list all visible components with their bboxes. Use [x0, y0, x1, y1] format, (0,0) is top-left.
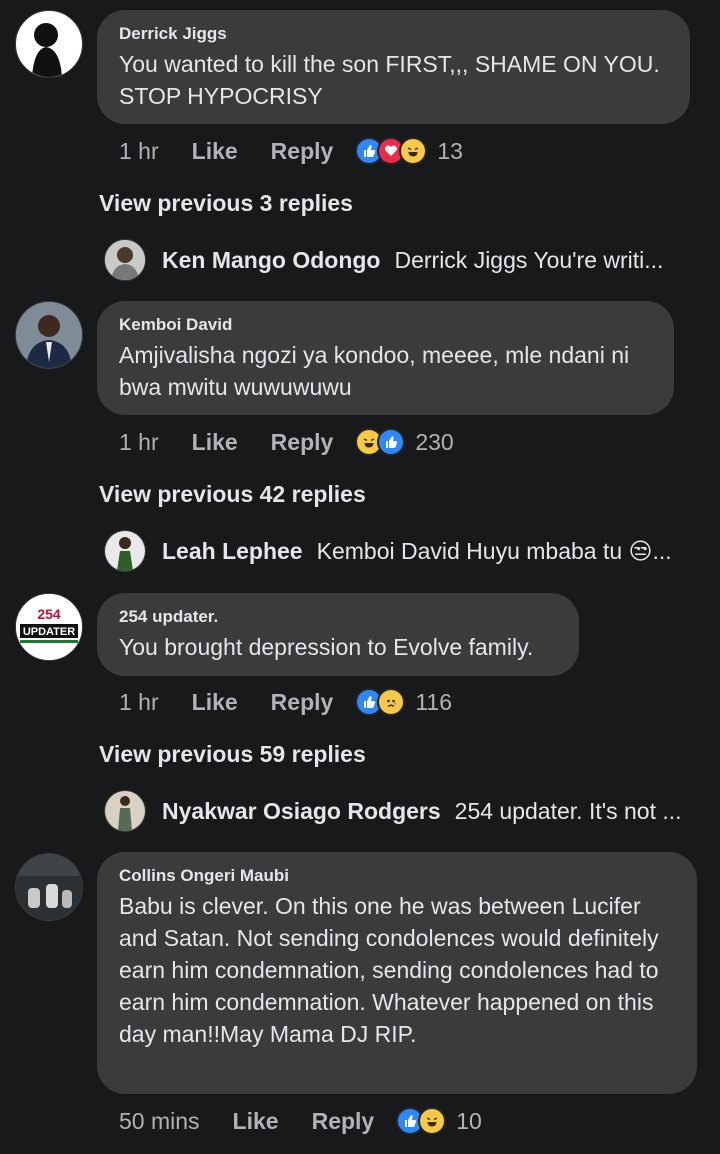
reactions[interactable] — [355, 688, 406, 716]
like-button[interactable]: Like — [192, 429, 238, 456]
avatar[interactable]: 254 UPDATER — [15, 593, 83, 661]
like-button[interactable]: Like — [192, 138, 238, 165]
comment-bubble: 254 updater. You brought depression to E… — [97, 593, 579, 676]
reaction-count[interactable]: 10 — [456, 1108, 482, 1135]
view-previous-replies-link[interactable]: View previous 3 replies — [99, 190, 353, 217]
comment-text: Babu is clever. On this one he was betwe… — [119, 893, 659, 1047]
reaction-count[interactable]: 13 — [437, 138, 463, 165]
svg-text:254: 254 — [37, 606, 61, 622]
like-button[interactable]: Like — [192, 689, 238, 716]
reply-author[interactable]: Leah Lephee — [162, 538, 303, 565]
avatar[interactable] — [15, 10, 83, 78]
reply-button[interactable]: Reply — [271, 429, 334, 456]
comment-text: You brought depression to Evolve family. — [119, 634, 534, 660]
view-previous-replies-link[interactable]: View previous 42 replies — [99, 481, 366, 508]
comment-actions: 1 hr Like Reply 116 — [119, 685, 452, 719]
comment-text: Amjivalisha ngozi ya kondoo, meeee, mle … — [119, 342, 630, 400]
avatar[interactable] — [15, 853, 83, 921]
reply-author[interactable]: Ken Mango Odongo — [162, 247, 380, 274]
reply-button[interactable]: Reply — [271, 689, 334, 716]
reply-button[interactable]: Reply — [271, 138, 334, 165]
comment-bubble: Collins Ongeri Maubi Babu is clever. On … — [97, 852, 697, 1094]
haha-icon — [418, 1107, 447, 1135]
comment-author[interactable]: Derrick Jiggs — [119, 24, 668, 44]
comment-actions: 1 hr Like Reply 230 — [119, 425, 454, 459]
comment-author[interactable]: 254 updater. — [119, 607, 557, 627]
reactions[interactable] — [396, 1107, 447, 1135]
254-updater-logo: 254 UPDATER — [16, 594, 82, 660]
comment-time[interactable]: 1 hr — [119, 689, 159, 716]
view-previous-replies-link[interactable]: View previous 59 replies — [99, 741, 366, 768]
svg-text:UPDATER: UPDATER — [23, 626, 75, 638]
reactions[interactable] — [355, 137, 428, 165]
comment-author[interactable]: Collins Ongeri Maubi — [119, 866, 675, 886]
sad-icon — [377, 688, 406, 716]
like-button[interactable]: Like — [233, 1108, 279, 1135]
reactions[interactable] — [355, 428, 406, 456]
reply-author[interactable]: Nyakwar Osiago Rodgers — [162, 798, 441, 825]
comment-actions: 1 hr Like Reply 13 — [119, 134, 463, 168]
avatar[interactable] — [104, 530, 146, 572]
reply-text: Kemboi David Huyu mbaba tu 😒... — [316, 537, 672, 564]
avatar[interactable] — [15, 301, 83, 369]
latest-reply[interactable]: Leah Lephee Kemboi David Huyu mbaba tu 😒… — [104, 530, 704, 572]
comment-author[interactable]: Kemboi David — [119, 315, 652, 335]
avatar[interactable] — [104, 239, 146, 281]
comment-bubble: Kemboi David Amjivalisha ngozi ya kondoo… — [97, 301, 674, 415]
comment-text: You wanted to kill the son FIRST,,, SHAM… — [119, 51, 660, 109]
comment-bubble: Derrick Jiggs You wanted to kill the son… — [97, 10, 690, 124]
reaction-count[interactable]: 116 — [415, 689, 452, 716]
reply-button[interactable]: Reply — [312, 1108, 375, 1135]
haha-icon — [399, 137, 428, 165]
latest-reply[interactable]: Ken Mango Odongo Derrick Jiggs You're wr… — [104, 239, 704, 281]
comment-time[interactable]: 1 hr — [119, 429, 159, 456]
comment-time[interactable]: 50 mins — [119, 1108, 200, 1135]
reaction-count[interactable]: 230 — [415, 429, 453, 456]
comment-actions: 50 mins Like Reply 10 — [119, 1104, 482, 1138]
latest-reply[interactable]: Nyakwar Osiago Rodgers 254 updater. It's… — [104, 790, 704, 832]
like-icon — [377, 428, 406, 456]
avatar[interactable] — [104, 790, 146, 832]
reply-text: Derrick Jiggs You're writi... — [394, 246, 664, 273]
reply-text: 254 updater. It's not ... — [454, 797, 682, 824]
comment-time[interactable]: 1 hr — [119, 138, 159, 165]
